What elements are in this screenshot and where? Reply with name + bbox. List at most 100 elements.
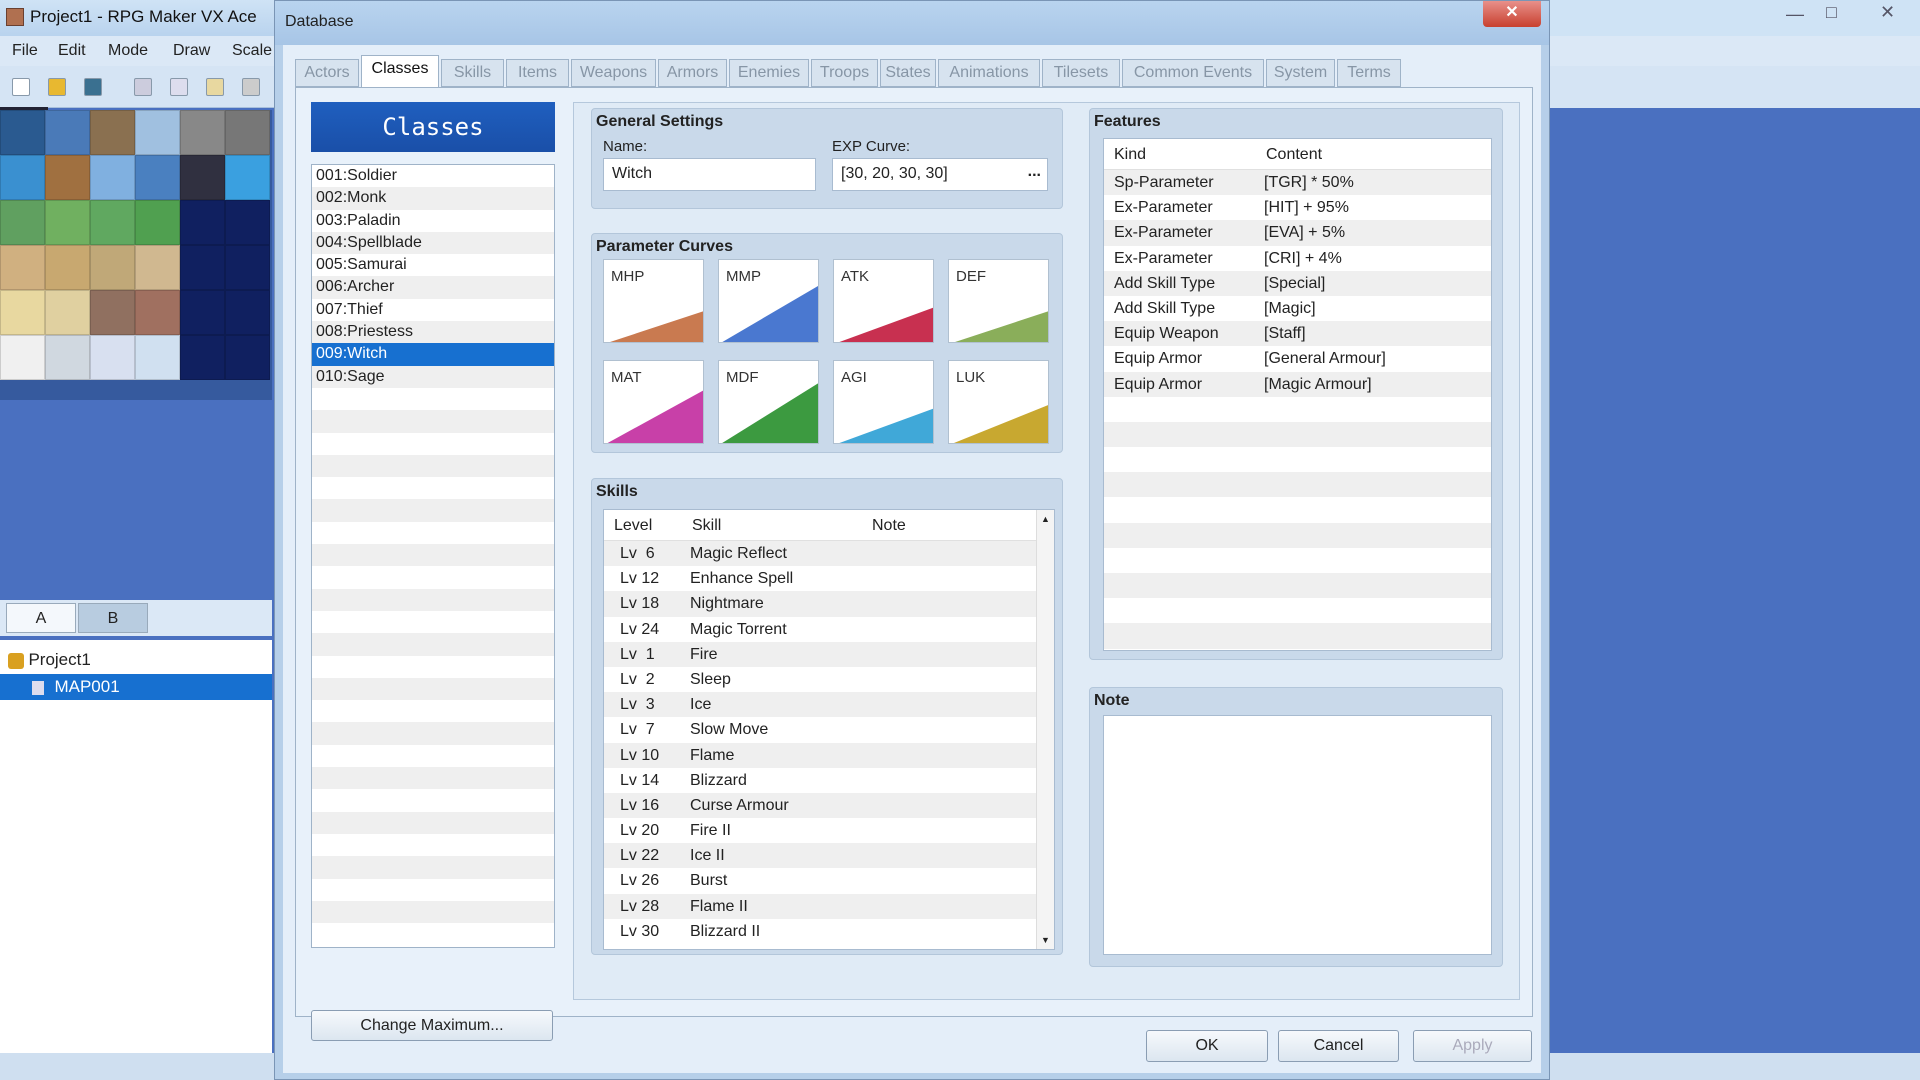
tile[interactable]	[45, 200, 90, 245]
tile[interactable]	[225, 290, 270, 335]
curve-mdf[interactable]: MDF	[718, 360, 819, 444]
menu-edit[interactable]: Edit	[58, 42, 86, 60]
feature-row[interactable]: Sp-Parameter [TGR] * 50%	[1104, 170, 1491, 196]
tile[interactable]	[90, 245, 135, 290]
tab-layer-b[interactable]: B	[78, 603, 148, 633]
tree-project[interactable]: Project1	[8, 648, 91, 672]
tile[interactable]	[225, 245, 270, 290]
tile[interactable]	[0, 335, 45, 380]
tile[interactable]	[90, 110, 135, 155]
tile[interactable]	[0, 155, 45, 200]
tile[interactable]	[0, 290, 45, 335]
tile[interactable]	[225, 335, 270, 380]
tile[interactable]	[45, 155, 90, 200]
class-item[interactable]: 008:Priestess	[312, 321, 554, 344]
tree-map[interactable]: MAP001	[0, 674, 272, 700]
note-textarea[interactable]	[1103, 715, 1492, 955]
tile[interactable]	[135, 155, 180, 200]
open-icon[interactable]	[48, 78, 66, 96]
tile[interactable]	[135, 245, 180, 290]
skill-row[interactable]: Lv 14 Blizzard	[604, 768, 1054, 793]
feature-row[interactable]: Ex-Parameter [CRI] + 4%	[1104, 246, 1491, 271]
close-button[interactable]: ✕	[1483, 1, 1541, 27]
delete-icon[interactable]	[242, 78, 260, 96]
feature-row[interactable]: Add Skill Type [Magic]	[1104, 296, 1491, 321]
col-note[interactable]: Note	[872, 510, 906, 541]
skill-row[interactable]: Lv 10 Flame	[604, 742, 1054, 768]
skill-row[interactable]: Lv 20 Fire II	[604, 818, 1054, 843]
curve-mmp[interactable]: MMP	[718, 259, 819, 343]
class-item[interactable]: 009:Witch	[312, 343, 554, 366]
tile[interactable]	[180, 290, 225, 335]
maximize-icon[interactable]: □	[1826, 2, 1837, 23]
close-main-icon[interactable]: ✕	[1880, 2, 1895, 23]
exp-curve-button[interactable]: ...	[1028, 163, 1041, 181]
skill-row[interactable]: Lv 6 Magic Reflect	[604, 541, 1054, 567]
tile[interactable]	[135, 290, 180, 335]
tab-items[interactable]: Items	[506, 59, 569, 87]
tileset-palette[interactable]	[0, 107, 272, 400]
class-item[interactable]: 001:Soldier	[312, 165, 554, 187]
tab-states[interactable]: States	[880, 59, 936, 87]
skill-row[interactable]: Lv 7 Slow Move	[604, 717, 1054, 742]
tile[interactable]	[180, 155, 225, 200]
col-level[interactable]: Level	[614, 510, 652, 541]
tile[interactable]	[180, 110, 225, 155]
tab-armors[interactable]: Armors	[658, 59, 727, 87]
tab-tilesets[interactable]: Tilesets	[1042, 59, 1120, 87]
tile[interactable]	[90, 155, 135, 200]
tile[interactable]	[180, 200, 225, 245]
feature-row[interactable]: Equip Weapon [Staff]	[1104, 321, 1491, 347]
skill-row[interactable]: Lv 24 Magic Torrent	[604, 617, 1054, 642]
exp-curve-input[interactable]: [30, 20, 30, 30] ...	[832, 158, 1048, 191]
tab-actors[interactable]: Actors	[295, 59, 359, 87]
tile[interactable]	[45, 110, 90, 155]
menu-draw[interactable]: Draw	[173, 42, 210, 60]
class-item[interactable]: 003:Paladin	[312, 210, 554, 232]
feature-row[interactable]: Ex-Parameter [EVA] + 5%	[1104, 220, 1491, 246]
menu-scale[interactable]: Scale	[232, 42, 272, 60]
ok-button[interactable]: OK	[1146, 1030, 1268, 1062]
menu-file[interactable]: File	[12, 42, 38, 60]
tile[interactable]	[135, 110, 180, 155]
tile[interactable]	[45, 335, 90, 380]
cut-icon[interactable]	[134, 78, 152, 96]
save-icon[interactable]	[84, 78, 102, 96]
tile[interactable]	[180, 245, 225, 290]
feature-row[interactable]: Add Skill Type [Special]	[1104, 270, 1491, 296]
change-maximum-button[interactable]: Change Maximum...	[311, 1010, 553, 1041]
skills-scrollbar[interactable]: ▲ ▼	[1036, 510, 1054, 949]
skill-row[interactable]: Lv 30 Blizzard II	[604, 919, 1054, 944]
tile[interactable]	[0, 245, 45, 290]
class-item[interactable]: 006:Archer	[312, 276, 554, 299]
feature-row[interactable]: Equip Armor [Magic Armour]	[1104, 371, 1491, 397]
tile[interactable]	[0, 200, 45, 245]
copy-icon[interactable]	[170, 78, 188, 96]
class-list[interactable]: 001:Soldier 002:Monk 003:Paladin 004:Spellb…	[311, 164, 555, 948]
tab-weapons[interactable]: Weapons	[571, 59, 656, 87]
class-item[interactable]: 004:Spellblade	[312, 231, 554, 255]
new-icon[interactable]	[12, 78, 30, 96]
skills-table[interactable]: Level Skill Note Lv 6 Magic Reflect Lv 12 E…	[603, 509, 1055, 950]
tile[interactable]	[45, 245, 90, 290]
cancel-button[interactable]: Cancel	[1278, 1030, 1399, 1062]
apply-button[interactable]: Apply	[1413, 1030, 1532, 1062]
skill-row[interactable]: Lv 18 Nightmare	[604, 591, 1054, 617]
tab-skills[interactable]: Skills	[441, 59, 504, 87]
tab-terms[interactable]: Terms	[1337, 59, 1401, 87]
skill-row[interactable]: Lv 3 Ice	[604, 692, 1054, 718]
tile[interactable]	[90, 335, 135, 380]
class-item[interactable]: 010:Sage	[312, 365, 554, 388]
features-table[interactable]: Kind Content Sp-Parameter [TGR] * 50% Ex-P…	[1103, 138, 1492, 651]
curve-def[interactable]: DEF	[948, 259, 1049, 343]
curve-mat[interactable]: MAT	[603, 360, 704, 444]
name-input[interactable]: Witch	[603, 158, 816, 191]
skill-row[interactable]: Lv 16 Curse Armour	[604, 792, 1054, 819]
tile[interactable]	[180, 335, 225, 380]
scroll-down-icon[interactable]: ▼	[1041, 935, 1050, 945]
feature-row[interactable]: Ex-Parameter [HIT] + 95%	[1104, 195, 1491, 220]
skill-row[interactable]: Lv 26 Burst	[604, 868, 1054, 893]
scroll-up-icon[interactable]: ▲	[1041, 514, 1050, 524]
class-item[interactable]: 002:Monk	[312, 187, 554, 210]
tab-common-events[interactable]: Common Events	[1122, 59, 1264, 87]
